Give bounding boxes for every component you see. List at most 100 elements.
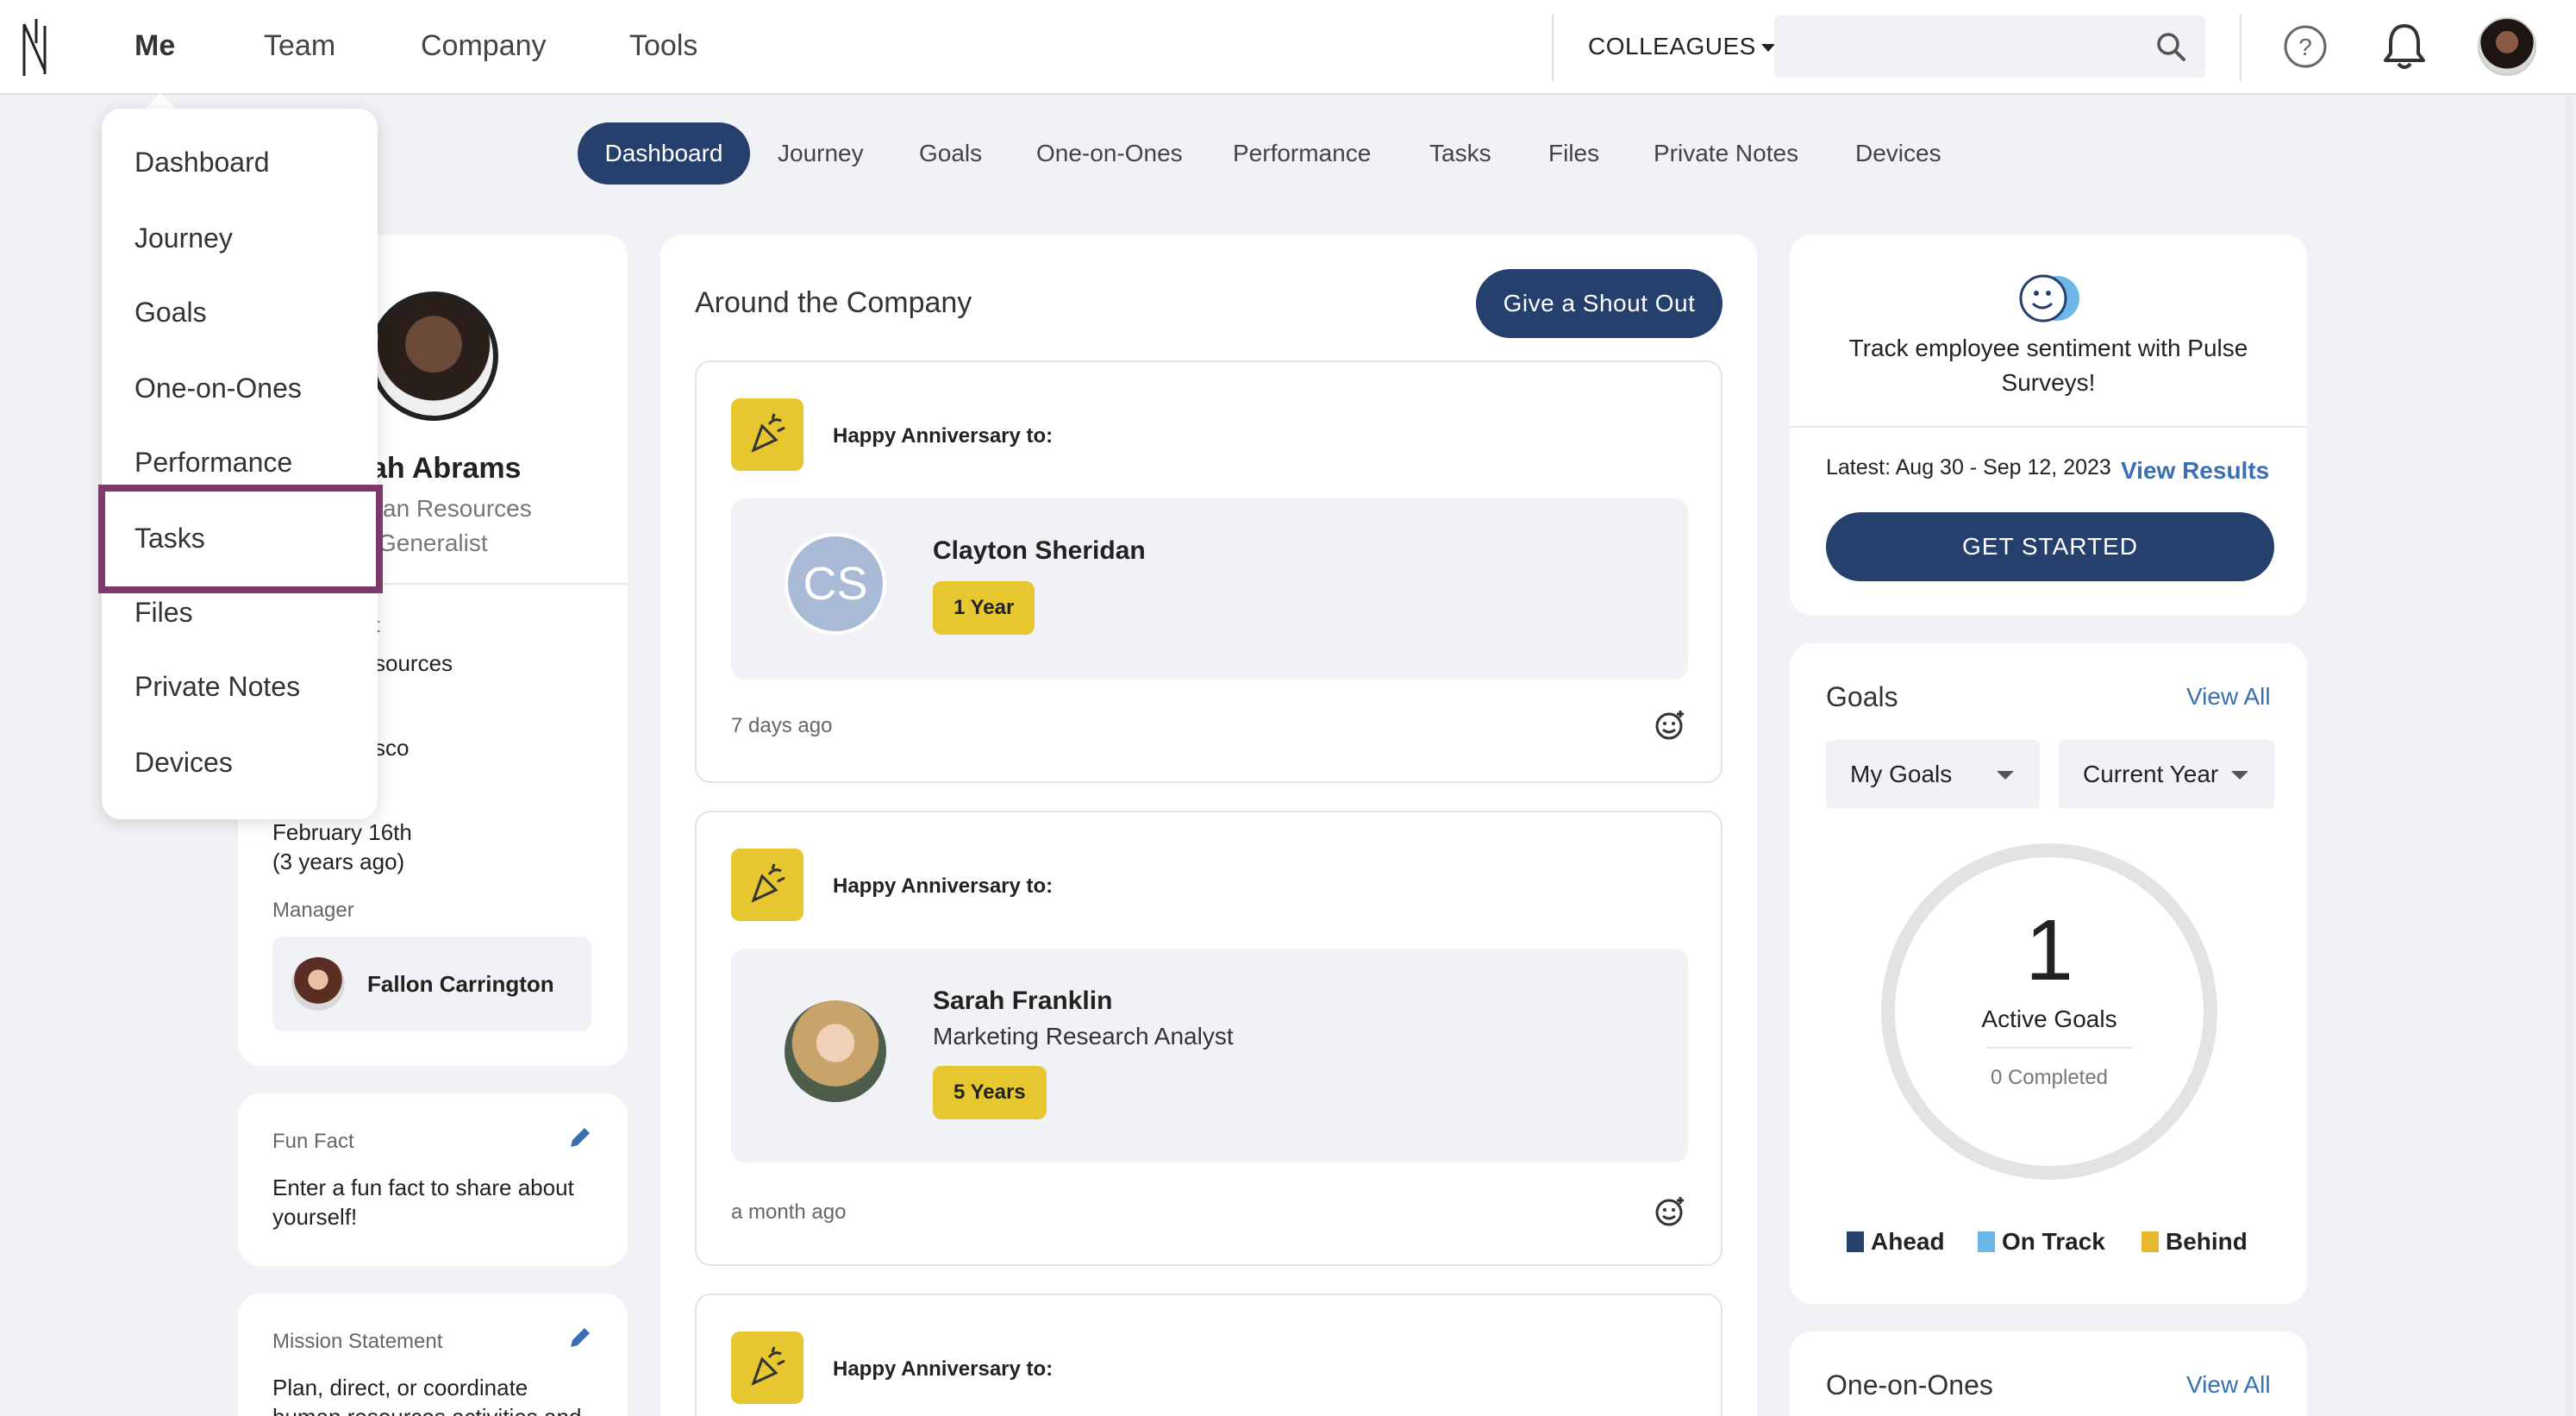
anniversary-badge: 1 Year (933, 581, 1035, 635)
user-avatar[interactable] (2478, 17, 2536, 76)
active-goals-label: Active Goals (1981, 1006, 2117, 1032)
fun-fact-label: Fun Fact (272, 1130, 354, 1153)
fun-fact-card: Fun Fact Enter a fun fact to share about… (238, 1093, 628, 1266)
tab-files[interactable]: Files (1548, 140, 1599, 167)
tab-one-on-ones[interactable]: One-on-Ones (1036, 140, 1183, 167)
pulse-description: Track employee sentiment with Pulse (1848, 335, 2248, 361)
menu-item-files[interactable]: Files (134, 597, 193, 629)
person-job-title: Marketing Research Analyst (933, 1023, 1234, 1049)
get-started-button[interactable]: GET STARTED (1826, 512, 2274, 581)
tenure: (3 years ago) (272, 849, 405, 874)
legend-swatch (1847, 1231, 1864, 1252)
add-reaction-icon[interactable] (1654, 1195, 1686, 1228)
mission-text-line2: human resources activities and (272, 1404, 581, 1416)
profile-title-line2: Generalist (378, 529, 488, 556)
svg-text:?: ? (2298, 34, 2312, 60)
view-results-link[interactable]: View Results (2121, 457, 2269, 485)
colleagues-dropdown[interactable]: COLLEAGUES (1588, 33, 1775, 60)
chevron-down-icon (2231, 771, 2248, 780)
topnav-me[interactable]: Me (134, 29, 175, 63)
app-logo-icon[interactable] (19, 17, 53, 79)
tab-private-notes[interactable]: Private Notes (1654, 140, 1798, 167)
start-date: February 16th (272, 819, 412, 845)
menu-item-goals[interactable]: Goals (134, 297, 207, 329)
manager-name: Fallon Carrington (367, 971, 554, 997)
goals-view-all-link[interactable]: View All (2186, 683, 2271, 711)
location-value: sco (374, 735, 410, 761)
legend-label: Ahead (1871, 1228, 1945, 1255)
post-heading: Happy Anniversary to: (833, 1357, 1054, 1381)
tab-goals[interactable]: Goals (919, 140, 982, 167)
post-time: a month ago (731, 1200, 847, 1224)
menu-item-devices[interactable]: Devices (134, 747, 233, 779)
add-reaction-icon[interactable] (1654, 709, 1686, 742)
tab-performance[interactable]: Performance (1233, 140, 1371, 167)
tab-dashboard[interactable]: Dashboard (578, 122, 750, 185)
post-heading: Happy Anniversary to: (833, 424, 1054, 448)
search-input[interactable] (1774, 16, 2205, 78)
divider (1552, 14, 1554, 81)
help-icon[interactable]: ? (2283, 24, 2328, 69)
menu-item-performance[interactable]: Performance (134, 447, 292, 479)
active-goals-count: 1 (2025, 902, 2073, 999)
legend-swatch (2141, 1231, 2159, 1252)
dropdown-pointer (143, 93, 178, 110)
feed-post: Happy Anniversary to: Sarah Franklin Mar… (695, 811, 1723, 1266)
topnav-tools[interactable]: Tools (629, 29, 697, 63)
mission-statement-card: Mission Statement Plan, direct, or coord… (238, 1294, 628, 1416)
give-shout-out-button[interactable]: Give a Shout Out (1476, 269, 1723, 338)
colleagues-label: COLLEAGUES (1588, 33, 1756, 60)
one-on-ones-title: One-on-Ones (1826, 1369, 1993, 1400)
legend-on-track: On Track (1978, 1228, 2105, 1256)
mission-text: Plan, direct, or coordinate (272, 1375, 528, 1400)
party-popper-icon (731, 849, 803, 921)
one-on-ones-view-all-link[interactable]: View All (2186, 1371, 2271, 1399)
manager-chip[interactable]: Fallon Carrington (272, 937, 591, 1031)
divider (2240, 14, 2241, 81)
feed-post: Happy Anniversary to: (695, 1294, 1723, 1416)
edit-pencil-icon[interactable] (567, 1125, 593, 1150)
anniversary-person[interactable]: Sarah Franklin Marketing Research Analys… (731, 949, 1688, 1162)
fun-fact-text-line2: yourself! (272, 1204, 358, 1230)
legend-label: On Track (2002, 1228, 2105, 1255)
legend-swatch (1978, 1231, 1995, 1252)
person-name: Sarah Franklin (933, 987, 1113, 1015)
topnav-company[interactable]: Company (421, 29, 547, 63)
pulse-description-line2: Surveys! (2001, 369, 2096, 396)
notification-bell-icon[interactable] (2381, 22, 2428, 71)
page-scrollbar[interactable] (2566, 97, 2573, 1416)
menu-item-one-on-ones[interactable]: One-on-Ones (134, 373, 302, 404)
legend-label: Behind (2166, 1228, 2248, 1255)
menu-item-private-notes[interactable]: Private Notes (134, 671, 300, 703)
divider (1986, 1047, 2133, 1049)
menu-item-dashboard[interactable]: Dashboard (134, 147, 270, 179)
menu-item-journey[interactable]: Journey (134, 222, 233, 254)
goals-period-select[interactable]: Current Year (2059, 740, 2274, 809)
tab-journey[interactable]: Journey (778, 140, 864, 167)
edit-pencil-icon[interactable] (567, 1325, 593, 1350)
pulse-latest-range: Latest: Aug 30 - Sep 12, 2023 (1826, 455, 2111, 479)
post-time: 7 days ago (731, 714, 833, 737)
tab-tasks[interactable]: Tasks (1429, 140, 1491, 167)
legend-behind: Behind (2141, 1228, 2248, 1256)
topnav-team[interactable]: Team (264, 29, 335, 63)
profile-name: ah Abrams (371, 452, 522, 485)
goals-owner-select[interactable]: My Goals (1826, 740, 2040, 809)
top-navigation-bar: Me Team Company Tools COLLEAGUES ? (0, 0, 2576, 95)
post-heading: Happy Anniversary to: (833, 874, 1054, 898)
department-value: sources (374, 650, 453, 676)
completed-goals-label: 0 Completed (1990, 1066, 2109, 1089)
tasks-highlight-box (98, 485, 383, 593)
person-name: Clayton Sheridan (933, 536, 1146, 565)
profile-photo (369, 291, 498, 421)
tab-devices[interactable]: Devices (1855, 140, 1941, 167)
anniversary-person[interactable]: CS Clayton Sheridan 1 Year (731, 498, 1688, 680)
me-dropdown-menu: Dashboard Journey Goals One-on-Ones Perf… (102, 109, 378, 819)
feed-post: Happy Anniversary to: CS Clayton Sherida… (695, 360, 1723, 783)
party-popper-icon (731, 398, 803, 471)
manager-avatar (291, 957, 345, 1011)
search-icon[interactable] (2155, 31, 2186, 62)
legend-ahead: Ahead (1847, 1228, 1945, 1256)
goals-title: Goals (1826, 681, 1898, 712)
person-avatar (785, 1000, 886, 1102)
